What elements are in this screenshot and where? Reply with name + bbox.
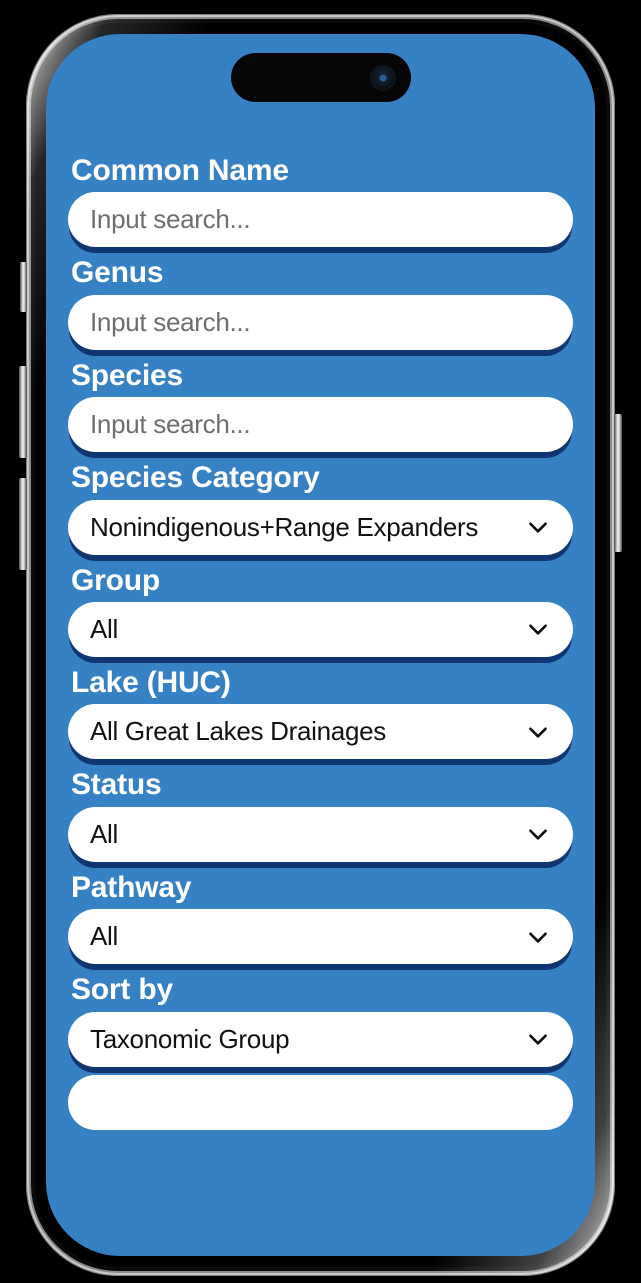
label-group: Group	[71, 563, 160, 597]
phone-screen: Common Name Input search... Genus Input sea…	[46, 34, 595, 1256]
select-status[interactable]: All	[68, 806, 573, 862]
field-sort-by: Sort by Taxonomic Group	[68, 972, 573, 1067]
value-common-name: Input search...	[90, 204, 251, 235]
chevron-down-icon	[529, 624, 547, 636]
label-species: Species	[71, 358, 184, 392]
select-lake-huc[interactable]: All Great Lakes Drainages	[68, 704, 573, 760]
value-status: All	[90, 818, 118, 849]
filter-form: Common Name Input search... Genus Input sea…	[46, 153, 595, 1130]
next-control-clipped[interactable]	[68, 1074, 573, 1130]
field-pathway: Pathway All	[68, 870, 573, 965]
value-group: All	[90, 613, 118, 644]
camera-lens-icon	[371, 66, 394, 89]
chevron-down-icon	[529, 1034, 547, 1045]
value-pathway: All	[90, 921, 118, 952]
field-genus: Genus Input search...	[68, 255, 573, 350]
label-common-name: Common Name	[71, 154, 289, 187]
field-status: Status All	[68, 767, 573, 862]
select-species-category[interactable]: Nonindigenous+Range Expanders	[68, 499, 573, 555]
select-group[interactable]: All	[68, 601, 573, 657]
dynamic-island	[230, 53, 411, 102]
power-button[interactable]	[614, 414, 622, 552]
label-status: Status	[71, 768, 162, 802]
field-common-name: Common Name Input search...	[68, 153, 573, 248]
field-species-category: Species Category Nonindigenous+Range Expa…	[68, 460, 573, 555]
value-sort-by: Taxonomic Group	[90, 1023, 290, 1054]
chevron-down-icon	[529, 727, 547, 738]
label-genus: Genus	[71, 256, 164, 290]
label-species-category: Species Category	[71, 461, 320, 495]
chevron-down-icon	[529, 829, 547, 840]
value-species-category: Nonindigenous+Range Expanders	[90, 511, 479, 542]
field-species: Species Input search...	[68, 358, 573, 453]
silence-switch[interactable]	[20, 262, 27, 312]
field-group: Group All	[68, 563, 573, 657]
select-sort-by[interactable]: Taxonomic Group	[68, 1011, 573, 1067]
value-genus: Input search...	[90, 306, 251, 337]
chevron-down-icon	[529, 932, 547, 943]
value-species: Input search...	[90, 409, 251, 440]
value-lake-huc: All Great Lakes Drainages	[90, 716, 386, 747]
select-pathway[interactable]: All	[68, 909, 573, 965]
volume-up-button[interactable]	[19, 366, 27, 458]
label-pathway: Pathway	[71, 870, 192, 904]
label-sort-by: Sort by	[71, 973, 173, 1007]
field-lake-huc: Lake (HUC) All Great Lakes Drainages	[68, 665, 573, 760]
input-genus[interactable]: Input search...	[68, 294, 573, 350]
input-common-name[interactable]: Input search...	[68, 192, 573, 248]
label-lake-huc: Lake (HUC)	[71, 665, 231, 699]
input-species[interactable]: Input search...	[68, 397, 573, 453]
volume-down-button[interactable]	[19, 478, 27, 570]
chevron-down-icon	[529, 522, 547, 533]
field-next-clipped	[68, 1074, 573, 1130]
